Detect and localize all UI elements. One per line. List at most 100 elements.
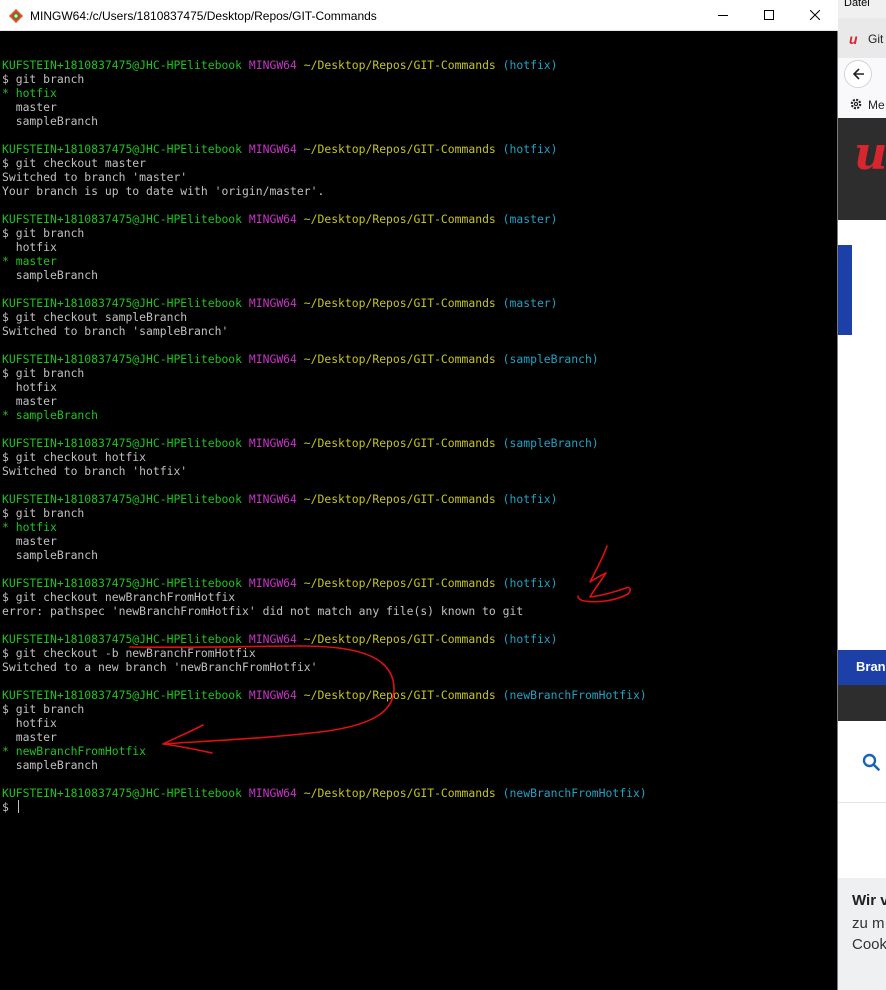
bookmarks-bar: Me	[838, 92, 886, 119]
prompt-user-host: KUFSTEIN+1810837475@JHC-HPElitebook	[2, 142, 243, 156]
site-nav-item[interactable]: Bran	[856, 659, 886, 674]
prompt-user-host: KUFSTEIN+1810837475@JHC-HPElitebook	[2, 352, 243, 366]
prompt-shell-name: MINGW64	[248, 492, 297, 506]
output-text: error: pathspec 'newBranchFromHotfix' di…	[2, 604, 524, 618]
output-line: Switched to branch 'master'	[2, 170, 837, 184]
output-text: $ git checkout newBranchFromHotfix	[2, 590, 236, 604]
output-text: $ git branch	[2, 702, 85, 716]
prompt-line: KUFSTEIN+1810837475@JHC-HPElitebook MING…	[2, 352, 837, 366]
output-line: Switched to branch 'sampleBranch'	[2, 324, 837, 338]
browser-menu-bar[interactable]: Datei	[838, 0, 886, 18]
prompt-path: ~/Desktop/Repos/GIT-Commands	[303, 142, 496, 156]
prompt-user-host: KUFSTEIN+1810837475@JHC-HPElitebook	[2, 212, 243, 226]
minimize-button[interactable]	[700, 0, 746, 30]
output-text: sampleBranch	[2, 268, 99, 282]
prompt-path: ~/Desktop/Repos/GIT-Commands	[303, 58, 496, 72]
output-text: $ git checkout sampleBranch	[2, 310, 188, 324]
output-line: error: pathspec 'newBranchFromHotfix' di…	[2, 604, 837, 618]
close-icon	[810, 10, 820, 20]
prompt-shell-name: MINGW64	[248, 436, 297, 450]
maximize-button[interactable]	[746, 0, 792, 30]
prompt-line: KUFSTEIN+1810837475@JHC-HPElitebook MING…	[2, 688, 837, 702]
maximize-icon	[764, 10, 774, 20]
prompt-path: ~/Desktop/Repos/GIT-Commands	[303, 352, 496, 366]
prompt-branch: (hotfix)	[502, 492, 558, 506]
output-line: master	[2, 100, 837, 114]
title-bar[interactable]: MINGW64:/c/Users/1810837475/Desktop/Repo…	[0, 0, 838, 31]
text-cursor	[17, 800, 19, 813]
background-browser-window[interactable]: Datei u Git Me u Bran Wir v zu m Cook	[838, 0, 886, 990]
prompt-branch: (hotfix)	[502, 142, 558, 156]
bookmark-item[interactable]: Me	[868, 98, 885, 112]
cookie-text-line: Cook	[852, 936, 886, 953]
prompt-branch: (sampleBranch)	[502, 436, 599, 450]
output-line: master	[2, 534, 837, 548]
output-text: $ git branch	[2, 366, 85, 380]
output-line: Your branch is up to date with 'origin/m…	[2, 184, 837, 198]
output-line: $ git branch	[2, 226, 837, 240]
output-text: $ git checkout master	[2, 156, 147, 170]
output-line: Switched to a new branch 'newBranchFromH…	[2, 660, 837, 674]
output-line: $ git branch	[2, 702, 837, 716]
input-line[interactable]: $	[2, 800, 837, 814]
prompt-user-host: KUFSTEIN+1810837475@JHC-HPElitebook	[2, 688, 243, 702]
prompt-user-host: KUFSTEIN+1810837475@JHC-HPElitebook	[2, 576, 243, 590]
prompt-path: ~/Desktop/Repos/GIT-Commands	[303, 632, 496, 646]
site-subnav	[838, 685, 886, 721]
browser-tab-strip[interactable]: u Git	[838, 18, 886, 58]
close-button[interactable]	[792, 0, 838, 30]
output-line: sampleBranch	[2, 114, 837, 128]
output-line: $ git checkout -b newBranchFromHotfix	[2, 646, 837, 660]
output-text: hotfix	[2, 380, 57, 394]
search-icon[interactable]	[862, 753, 880, 771]
output-line: sampleBranch	[2, 758, 837, 772]
site-header: u	[838, 118, 886, 220]
output-text: sampleBranch	[2, 548, 99, 562]
output-line: hotfix	[2, 240, 837, 254]
output-text: $ git branch	[2, 506, 85, 520]
prompt-branch: (newBranchFromHotfix)	[502, 786, 647, 800]
prompt-path: ~/Desktop/Repos/GIT-Commands	[303, 492, 496, 506]
terminal-window[interactable]: MINGW64:/c/Users/1810837475/Desktop/Repo…	[0, 0, 838, 990]
prompt-user-host: KUFSTEIN+1810837475@JHC-HPElitebook	[2, 58, 243, 72]
output-text: master	[2, 100, 57, 114]
prompt-shell-name: MINGW64	[248, 142, 297, 156]
output-text: $ git checkout -b newBranchFromHotfix	[2, 646, 256, 660]
prompt-path: ~/Desktop/Repos/GIT-Commands	[303, 688, 496, 702]
arrow-left-icon	[852, 68, 864, 80]
site-logo[interactable]: u	[854, 128, 886, 178]
site-nav: Bran	[838, 650, 886, 685]
output-text: $ git branch	[2, 72, 85, 86]
banner-block	[838, 245, 852, 335]
prompt-line: KUFSTEIN+1810837475@JHC-HPElitebook MING…	[2, 142, 837, 156]
prompt-shell-name: MINGW64	[248, 632, 297, 646]
prompt-user-host: KUFSTEIN+1810837475@JHC-HPElitebook	[2, 632, 243, 646]
cookie-text-line: zu m	[852, 915, 885, 932]
menu-item-file[interactable]: Datei	[844, 0, 870, 9]
current-branch-line: * newBranchFromHotfix	[2, 744, 837, 758]
prompt-path: ~/Desktop/Repos/GIT-Commands	[303, 212, 496, 226]
back-button[interactable]	[844, 60, 872, 88]
output-text: $ git checkout hotfix	[2, 450, 147, 464]
cookie-banner: Wir v zu m Cook	[838, 878, 886, 990]
output-line: $ git checkout hotfix	[2, 450, 837, 464]
prompt-line: KUFSTEIN+1810837475@JHC-HPElitebook MING…	[2, 212, 837, 226]
prompt-branch: (hotfix)	[502, 58, 558, 72]
terminal-output[interactable]: KUFSTEIN+1810837475@JHC-HPElitebook MING…	[2, 44, 837, 814]
browser-tab-label[interactable]: Git	[868, 32, 883, 46]
output-text: Switched to a new branch 'newBranchFromH…	[2, 660, 318, 674]
output-line: $ git branch	[2, 506, 837, 520]
prompt-path: ~/Desktop/Repos/GIT-Commands	[303, 296, 496, 310]
prompt-branch: (hotfix)	[502, 632, 558, 646]
prompt-line: KUFSTEIN+1810837475@JHC-HPElitebook MING…	[2, 632, 837, 646]
output-line: $ git checkout master	[2, 156, 837, 170]
output-text: Your branch is up to date with 'origin/m…	[2, 184, 325, 198]
prompt-branch: (master)	[502, 212, 558, 226]
current-branch: * hotfix	[2, 520, 57, 534]
